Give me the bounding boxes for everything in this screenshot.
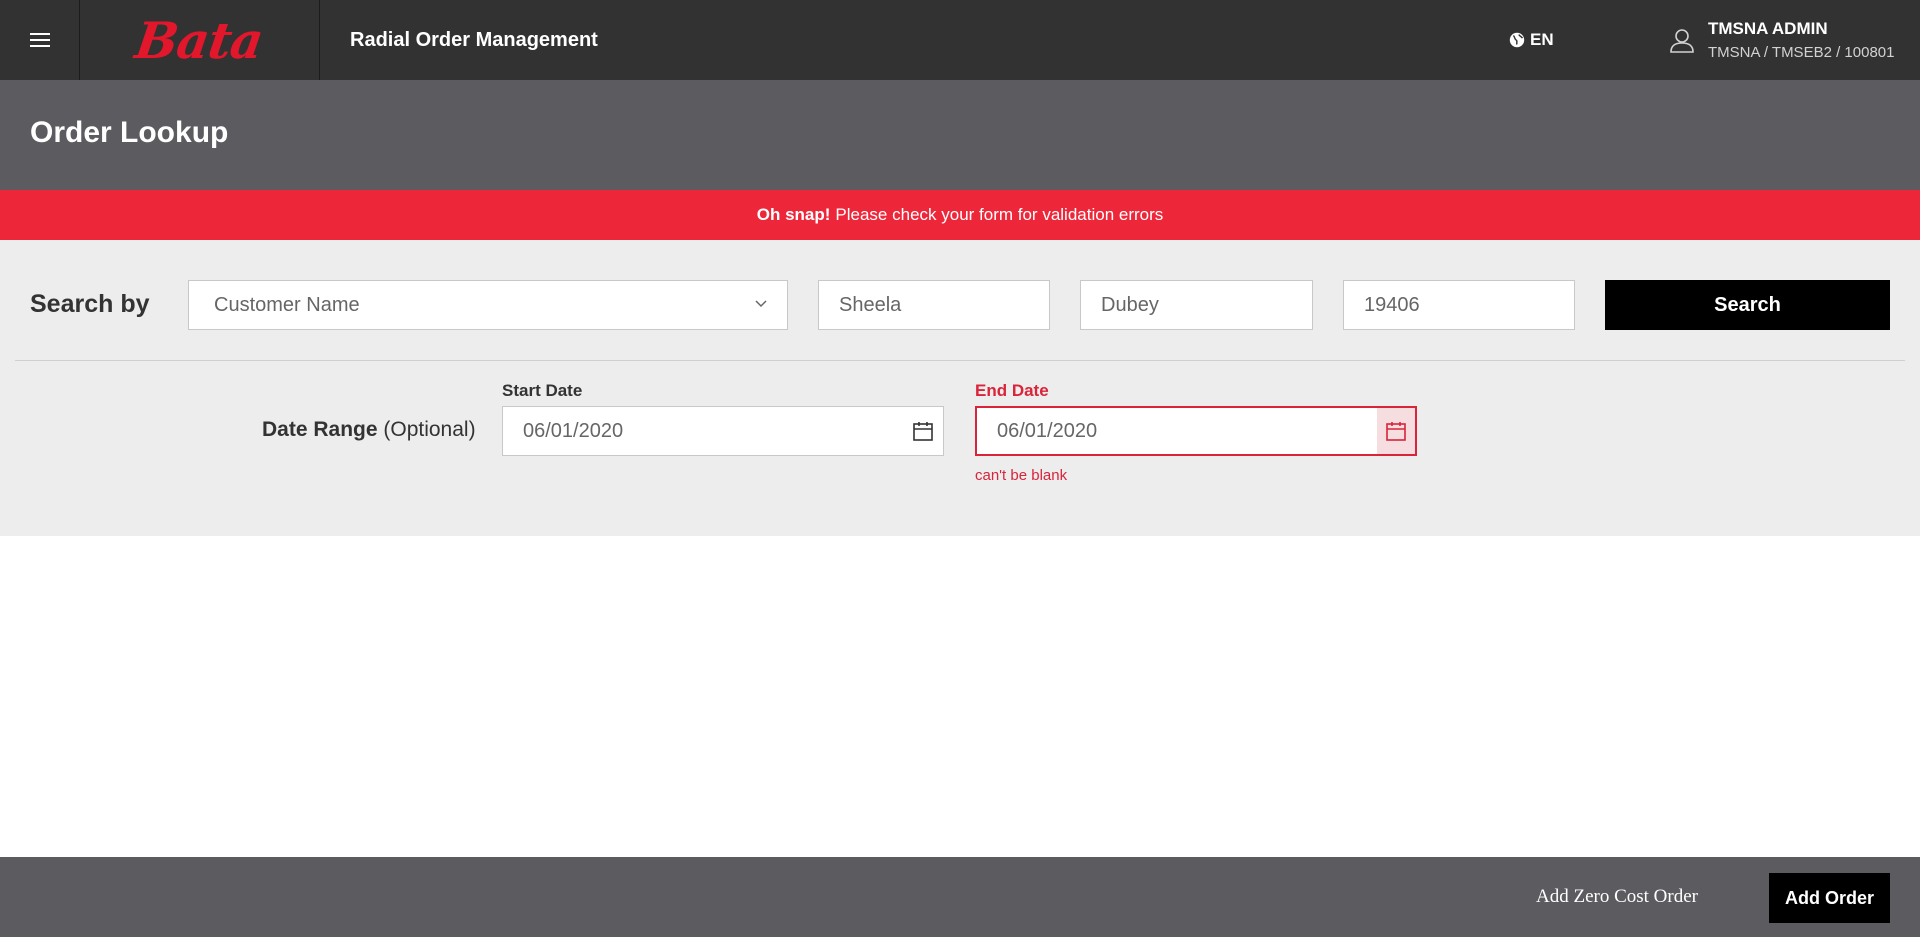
end-date-input[interactable]: 06/01/2020 <box>975 406 1417 456</box>
app-title: Radial Order Management <box>350 29 598 51</box>
start-date-value: 06/01/2020 <box>523 419 624 442</box>
top-bar: Bata Radial Order Management EN TMSNA AD… <box>0 0 1920 80</box>
user-name: TMSNA ADMIN <box>1708 19 1828 38</box>
language-label: EN <box>1530 30 1554 49</box>
add-order-button[interactable]: Add Order <box>1769 873 1890 923</box>
validation-alert: Oh snap! Please check your form for vali… <box>0 190 1920 240</box>
globe-icon <box>1509 32 1525 48</box>
last-name-value: Dubey <box>1101 293 1159 316</box>
start-date-label: Start Date <box>502 381 583 400</box>
footer-bar: Add Zero Cost Order Add Order <box>0 857 1920 937</box>
calendar-icon <box>1386 422 1406 441</box>
last-name-input[interactable]: Dubey <box>1080 280 1313 330</box>
divider <box>15 360 1905 361</box>
page-title: Order Lookup <box>30 116 229 149</box>
search-type-value: Customer Name <box>214 293 360 316</box>
first-name-value: Sheela <box>839 293 902 316</box>
first-name-input[interactable]: Sheela <box>818 280 1050 330</box>
date-range-title: Date Range <box>262 418 378 441</box>
zip-code-value: 19406 <box>1364 293 1420 316</box>
add-zero-cost-order-link[interactable]: Add Zero Cost Order <box>1536 857 1698 937</box>
date-range-optional: (Optional) <box>383 418 476 441</box>
date-range-label: Date Range (Optional) <box>262 418 476 442</box>
hamburger-menu-button[interactable] <box>0 0 80 80</box>
search-by-label: Search by <box>30 290 150 318</box>
user-menu[interactable]: TMSNA ADMIN TMSNA / TMSEB2 / 100801 <box>1668 0 1894 80</box>
calendar-icon[interactable] <box>911 419 935 443</box>
hamburger-menu-icon <box>29 33 50 47</box>
search-panel: Search by Customer Name Sheela Dubey 194… <box>0 240 1920 536</box>
alert-message: Please check your form for validation er… <box>835 205 1164 224</box>
logo-text: Bata <box>132 10 267 70</box>
user-icon <box>1670 29 1694 53</box>
alert-strong: Oh snap! <box>756 205 831 224</box>
search-button[interactable]: Search <box>1605 280 1890 330</box>
end-date-calendar-button[interactable] <box>1377 408 1415 454</box>
brand-logo[interactable]: Bata <box>80 0 320 80</box>
search-type-select[interactable]: Customer Name <box>188 280 788 330</box>
user-org: TMSNA / TMSEB2 / 100801 <box>1708 44 1895 61</box>
end-date-error: can't be blank <box>975 467 1068 484</box>
end-date-label: End Date <box>975 381 1049 400</box>
page-header: Order Lookup <box>0 80 1920 190</box>
zip-code-input[interactable]: 19406 <box>1343 280 1575 330</box>
chevron-down-icon <box>755 300 767 308</box>
end-date-value: 06/01/2020 <box>997 419 1098 442</box>
language-selector[interactable]: EN <box>1508 0 1554 80</box>
start-date-input[interactable]: 06/01/2020 <box>502 406 944 456</box>
